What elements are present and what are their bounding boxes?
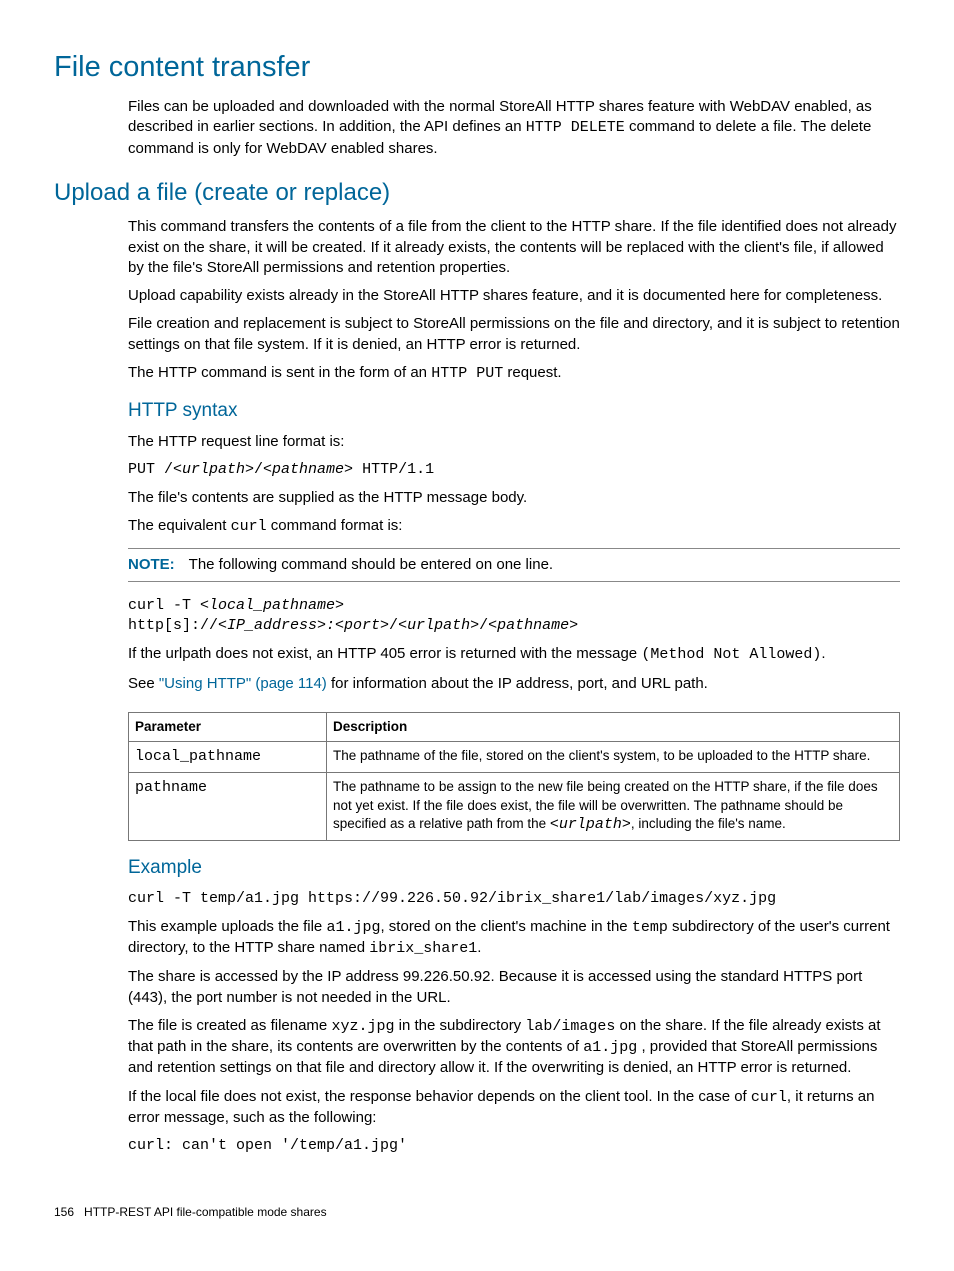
text: .: [821, 645, 825, 662]
text: This example uploads the file: [128, 918, 326, 935]
code-block-error: curl: can't open '/temp/a1.jpg': [128, 1136, 900, 1156]
code-placeholder: <urlpath>: [173, 461, 254, 478]
body-paragraph: See "Using HTTP" (page 114) for informat…: [128, 674, 900, 694]
code-text: /: [479, 617, 488, 634]
note-callout: NOTE: The following command should be ent…: [128, 548, 900, 582]
inline-code: <urlpath>: [550, 816, 631, 833]
text: command format is:: [267, 517, 403, 534]
inline-code: curl: [231, 518, 267, 535]
body-paragraph: If the urlpath does not exist, an HTTP 4…: [128, 644, 900, 665]
text: , including the file's name.: [631, 816, 786, 831]
table-cell-parameter: pathname: [129, 773, 327, 841]
body-paragraph: The share is accessed by the IP address …: [128, 967, 900, 1008]
inline-code: (Method Not Allowed): [641, 646, 821, 663]
inline-code: a1.jpg: [326, 919, 380, 936]
intro-paragraph: Files can be uploaded and downloaded wit…: [128, 97, 900, 159]
code-text: http[s]://: [128, 617, 218, 634]
heading-http-syntax: HTTP syntax: [128, 398, 900, 424]
text: request.: [503, 364, 561, 381]
body-paragraph: The HTTP request line format is:: [128, 432, 900, 452]
heading-file-content-transfer: File content transfer: [54, 48, 900, 87]
body-paragraph: If the local file does not exist, the re…: [128, 1087, 900, 1129]
footer-title: HTTP-REST API file-compatible mode share…: [84, 1205, 327, 1219]
text: If the local file does not exist, the re…: [128, 1088, 751, 1105]
inline-code: xyz.jpg: [331, 1018, 394, 1035]
body-paragraph: The equivalent curl command format is:: [128, 516, 900, 537]
page-number: 156: [54, 1205, 74, 1219]
code-text: /: [389, 617, 398, 634]
code-text: HTTP/1.1: [353, 461, 434, 478]
text: , stored on the client's machine in the: [380, 918, 631, 935]
heading-upload-a-file: Upload a file (create or replace): [54, 177, 900, 209]
body-paragraph: The file is created as filename xyz.jpg …: [128, 1016, 900, 1079]
heading-example: Example: [128, 855, 900, 881]
text: in the subdirectory: [394, 1017, 525, 1034]
body-paragraph: This example uploads the file a1.jpg, st…: [128, 917, 900, 960]
code-text: curl -T: [128, 597, 200, 614]
text: The file is created as filename: [128, 1017, 331, 1034]
table-cell-description: The pathname of the file, stored on the …: [327, 742, 900, 773]
code-text: /: [254, 461, 263, 478]
text: .: [477, 939, 481, 956]
code-placeholder: <IP_address>:<port>: [218, 617, 389, 634]
text: If the urlpath does not exist, an HTTP 4…: [128, 645, 641, 662]
body-paragraph: File creation and replacement is subject…: [128, 314, 900, 355]
body-paragraph: Upload capability exists already in the …: [128, 286, 900, 306]
inline-code: HTTP PUT: [431, 365, 503, 382]
text: for information about the IP address, po…: [327, 675, 708, 692]
inline-code: lab/images: [525, 1018, 615, 1035]
code-block-example: curl -T temp/a1.jpg https://99.226.50.92…: [128, 889, 900, 909]
table-row: pathname The pathname to be assign to th…: [129, 773, 900, 841]
code-block-curl: curl -T <local_pathname> http[s]://<IP_a…: [128, 596, 900, 637]
table-header: Description: [327, 712, 900, 741]
note-label: NOTE:: [128, 556, 175, 573]
inline-code: temp: [632, 919, 668, 936]
code-placeholder: <urlpath>: [398, 617, 479, 634]
table-header: Parameter: [129, 712, 327, 741]
code-block-put: PUT /<urlpath>/<pathname> HTTP/1.1: [128, 460, 900, 480]
body-paragraph: This command transfers the contents of a…: [128, 217, 900, 278]
inline-code: a1.jpg: [583, 1039, 637, 1056]
inline-code: curl: [751, 1089, 787, 1106]
note-text: The following command should be entered …: [189, 556, 553, 573]
inline-code: HTTP DELETE: [526, 119, 625, 136]
body-paragraph: The HTTP command is sent in the form of …: [128, 363, 900, 384]
code-text: PUT /: [128, 461, 173, 478]
cross-reference-link[interactable]: "Using HTTP" (page 114): [159, 675, 327, 692]
table-cell-description: The pathname to be assign to the new fil…: [327, 773, 900, 841]
code-placeholder: <pathname>: [488, 617, 578, 634]
code-placeholder: <pathname>: [263, 461, 353, 478]
page-footer: 156 HTTP-REST API file-compatible mode sh…: [54, 1204, 327, 1220]
table-header-row: Parameter Description: [129, 712, 900, 741]
text: The HTTP command is sent in the form of …: [128, 364, 431, 381]
table-row: local_pathname The pathname of the file,…: [129, 742, 900, 773]
code-placeholder: <local_pathname>: [200, 597, 344, 614]
body-paragraph: The file's contents are supplied as the …: [128, 488, 900, 508]
parameter-table: Parameter Description local_pathname The…: [128, 712, 900, 841]
inline-code: ibrix_share1: [369, 940, 477, 957]
text: See: [128, 675, 159, 692]
text: The equivalent: [128, 517, 231, 534]
table-cell-parameter: local_pathname: [129, 742, 327, 773]
